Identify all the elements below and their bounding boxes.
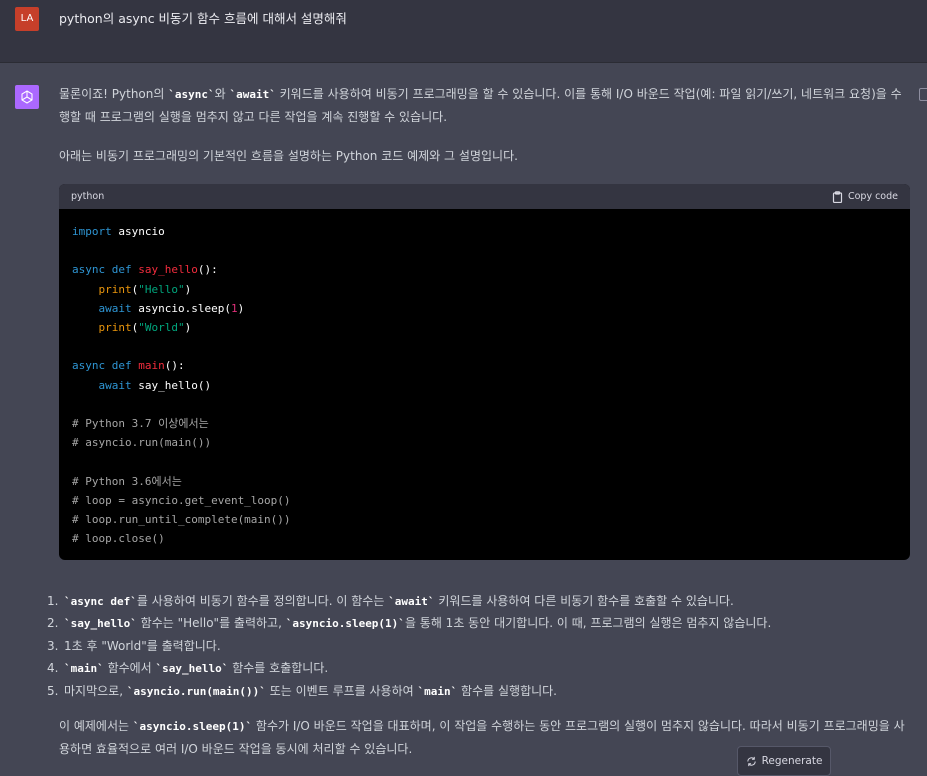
inline-code: `asyncio.sleep(1)`	[132, 720, 253, 733]
inline-code: `async`	[168, 88, 215, 101]
code-comment: # Python 3.7 이상에서는	[72, 417, 209, 431]
explanation-list: 1. `async def`를 사용하여 비동기 함수를 정의합니다. 이 함수는…	[47, 590, 907, 702]
user-avatar: LA	[15, 7, 39, 31]
list-item: 3. 1초 후 "World"를 출력합니다.	[47, 638, 221, 653]
code-block: python Copy code import asyncio async de…	[59, 184, 910, 560]
openai-logo-icon	[15, 85, 39, 109]
code-line: async def say_hello():	[72, 263, 218, 277]
list-item: 2. `say_hello` 함수는 "Hello"를 출력하고, `asynci…	[47, 616, 772, 631]
assistant-intro-2: 아래는 비동기 프로그래밍의 기본적인 흐름을 설명하는 Python 코드 예…	[59, 149, 518, 163]
code-comment: # loop.close()	[72, 532, 165, 546]
refresh-icon	[746, 756, 756, 766]
code-comment: # Python 3.6에서는	[72, 474, 182, 488]
code-comment: # loop = asyncio.get_event_loop()	[72, 493, 291, 507]
code-language: python	[71, 191, 105, 202]
code-line: import asyncio	[72, 225, 165, 238]
copy-code-button[interactable]: Copy code	[832, 190, 898, 203]
list-item: 1. `async def`를 사용하여 비동기 함수를 정의합니다. 이 함수는…	[47, 594, 734, 608]
code-line: await asyncio.sleep(1)	[98, 301, 245, 315]
copy-message-icon[interactable]	[919, 88, 927, 101]
user-message-row: LA python의 async 비동기 함수 흐름에 대해서 설명해줘	[0, 0, 927, 63]
user-message: python의 async 비동기 함수 흐름에 대해서 설명해줘	[59, 11, 347, 26]
code-line: print("Hello")	[98, 282, 192, 296]
assistant-intro: 물론이죠! Python의 `async`와 `await` 키워드를 사용하여…	[59, 87, 902, 124]
code-block-header: python Copy code	[59, 184, 910, 209]
inline-code: `await`	[229, 88, 276, 101]
code-line: await say_hello()	[98, 378, 212, 392]
list-item: 4. `main` 함수에서 `say_hello` 함수를 호출합니다.	[47, 661, 329, 676]
code-content: import asyncio async def say_hello(): pr…	[59, 209, 910, 560]
list-item: 5. 마지막으로, `asyncio.run(main())` 또는 이벤트 루프…	[47, 683, 557, 698]
code-comment: # loop.run_until_complete(main())	[72, 513, 291, 527]
clipboard-icon	[832, 190, 843, 203]
code-line: async def main():	[72, 359, 185, 373]
code-line: print("World")	[98, 321, 192, 335]
code-comment: # asyncio.run(main())	[72, 436, 212, 450]
